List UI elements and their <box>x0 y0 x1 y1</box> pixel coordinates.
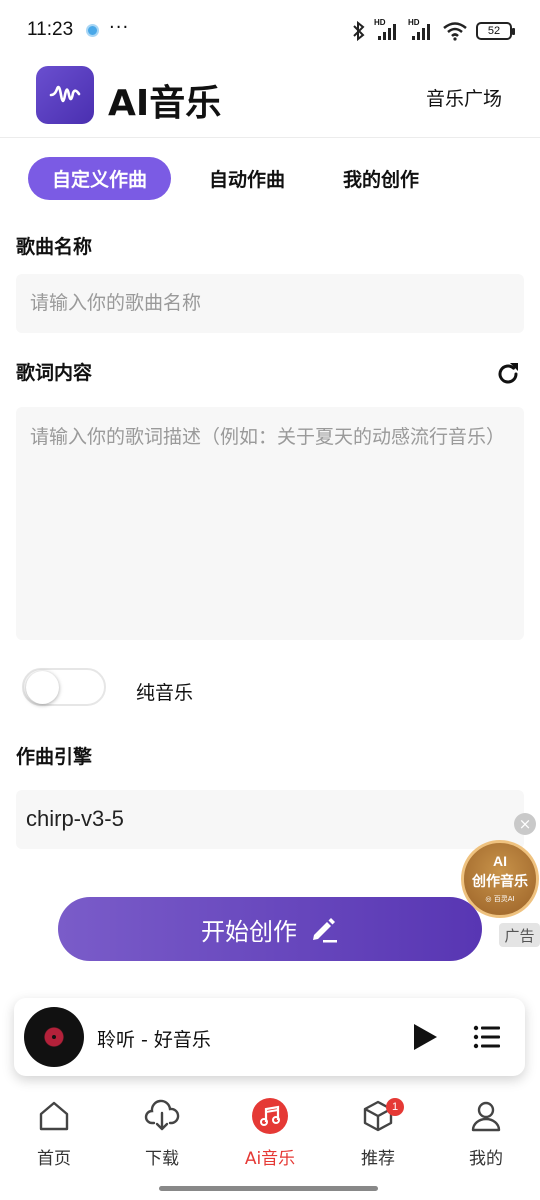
nav-ai-music[interactable]: Ai音乐 <box>216 1092 324 1172</box>
engine-label: 作曲引擎 <box>16 746 93 768</box>
status-bar: 11:23 ··· HD HD 52 <box>0 0 540 62</box>
lyrics-textarea[interactable]: 请输入你的歌词描述（例如：关于夏天的动感流行音乐） <box>16 407 524 640</box>
home-indicator[interactable] <box>159 1186 378 1191</box>
recommend-badge: 1 <box>386 1098 404 1116</box>
nav-ai-music-label: Ai音乐 <box>244 1149 296 1169</box>
more-notifications-icon: ··· <box>109 17 130 38</box>
nav-profile-label: 我的 <box>469 1149 503 1169</box>
ad-tag: 广告 <box>499 923 540 947</box>
ad-line3: ◎ 百灵AI <box>485 895 515 903</box>
nav-profile[interactable]: 我的 <box>432 1092 540 1172</box>
toggle-knob <box>26 671 59 704</box>
nav-download[interactable]: 下载 <box>108 1092 216 1172</box>
start-creation-button[interactable]: 开始创作 <box>58 897 482 961</box>
battery-icon: 52 <box>476 22 515 40</box>
bottom-nav: 首页 下载 Ai音乐 1 推荐 我的 <box>0 1092 540 1172</box>
ad-line2: 创作音乐 <box>472 874 528 890</box>
music-note-icon <box>252 1098 288 1134</box>
song-name-input[interactable]: 请输入你的歌曲名称 <box>16 274 524 333</box>
app-title: AI音乐 <box>108 83 222 124</box>
playlist-icon[interactable] <box>472 1022 502 1052</box>
nav-home-label: 首页 <box>37 1149 71 1169</box>
engine-select[interactable]: chirp-v3-5 <box>16 790 524 849</box>
lyrics-label: 歌词内容 <box>16 362 93 384</box>
tab-my-creations[interactable]: 我的创作 <box>343 157 419 200</box>
bluetooth-icon <box>353 20 365 42</box>
wifi-icon <box>443 22 467 41</box>
nav-download-label: 下载 <box>145 1149 179 1169</box>
tab-custom-compose[interactable]: 自定义作曲 <box>28 156 171 200</box>
ad-close-icon[interactable]: × <box>514 813 536 835</box>
player-title: 聆听 - 好音乐 <box>97 1029 211 1051</box>
mini-player[interactable]: 聆听 - 好音乐 <box>14 998 525 1076</box>
song-name-label: 歌曲名称 <box>16 236 93 258</box>
pencil-icon <box>313 918 337 943</box>
music-plaza-link[interactable]: 音乐广场 <box>426 84 502 111</box>
signal-1-icon: HD <box>374 18 400 42</box>
compose-tabs: 自定义作曲 自动作曲 我的创作 <box>28 156 419 200</box>
status-icons: HD HD 52 <box>352 18 515 44</box>
home-icon <box>36 1098 72 1134</box>
nav-recommend[interactable]: 1 推荐 <box>324 1092 432 1172</box>
signal-2-icon: HD <box>408 18 434 42</box>
start-creation-label: 开始创作 <box>201 917 297 946</box>
lyrics-placeholder: 请输入你的歌词描述（例如：关于夏天的动感流行音乐） <box>30 426 506 448</box>
song-name-placeholder: 请输入你的歌曲名称 <box>30 292 202 314</box>
waveform-icon <box>36 66 94 124</box>
cloud-download-icon <box>144 1098 180 1134</box>
vinyl-disc-icon <box>24 1007 84 1067</box>
nav-home[interactable]: 首页 <box>0 1092 108 1172</box>
ad-line1: AI <box>493 853 507 869</box>
nav-recommend-label: 推荐 <box>361 1149 395 1169</box>
notification-dot-icon <box>86 24 99 37</box>
instrumental-toggle[interactable] <box>22 668 106 706</box>
play-icon[interactable] <box>410 1022 440 1052</box>
tab-auto-compose[interactable]: 自动作曲 <box>209 157 285 200</box>
refresh-icon[interactable] <box>494 360 522 388</box>
person-icon <box>468 1098 504 1134</box>
app-header: AI音乐 音乐广场 <box>0 62 540 138</box>
status-time: 11:23 <box>27 19 74 40</box>
instrumental-label: 纯音乐 <box>136 682 194 704</box>
